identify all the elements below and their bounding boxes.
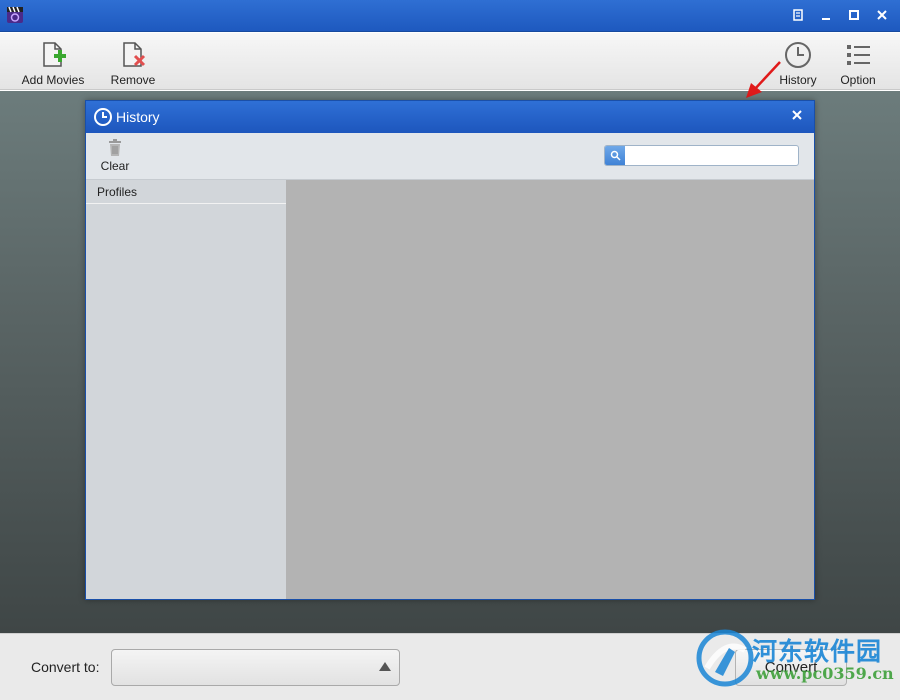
search-input[interactable] bbox=[627, 147, 795, 164]
clapperboard-icon[interactable] bbox=[6, 6, 24, 24]
history-sidebar: Profiles bbox=[86, 180, 286, 599]
trash-icon bbox=[109, 139, 121, 156]
remove-button[interactable]: Remove bbox=[106, 33, 160, 90]
add-movies-label: Add Movies bbox=[21, 73, 85, 87]
convert-to-label: Convert to: bbox=[31, 659, 100, 675]
window-titlebar bbox=[0, 0, 900, 32]
dropdown-arrow-icon bbox=[379, 662, 391, 671]
history-dialog: History Clear Profiles bbox=[85, 100, 815, 600]
clock-icon bbox=[94, 108, 112, 126]
list-settings-icon bbox=[847, 45, 870, 65]
history-dialog-titlebar: History bbox=[86, 101, 814, 133]
convert-format-select[interactable] bbox=[111, 649, 400, 686]
close-icon bbox=[877, 10, 887, 20]
clock-icon bbox=[785, 42, 811, 68]
clear-button[interactable]: Clear bbox=[98, 139, 132, 173]
maximize-button[interactable] bbox=[842, 4, 866, 26]
clear-label: Clear bbox=[100, 159, 130, 173]
add-movies-button[interactable]: Add Movies bbox=[20, 33, 86, 90]
history-content-pane bbox=[286, 180, 814, 599]
add-file-icon bbox=[43, 42, 66, 67]
remove-file-icon bbox=[123, 42, 146, 67]
search-icon[interactable] bbox=[605, 146, 625, 165]
sidebar-item-label: Profiles bbox=[97, 185, 138, 199]
history-dialog-toolbar: Clear bbox=[86, 133, 814, 180]
annotation-arrow-icon bbox=[746, 61, 781, 98]
dialog-close-button[interactable] bbox=[788, 106, 806, 124]
history-search bbox=[604, 145, 799, 166]
maximize-icon bbox=[849, 10, 859, 20]
sidebar-item-profiles[interactable]: Profiles bbox=[86, 180, 286, 204]
close-icon bbox=[792, 110, 802, 120]
minimize-icon bbox=[822, 18, 830, 20]
option-button[interactable]: Option bbox=[836, 33, 880, 90]
minimize-button[interactable] bbox=[814, 4, 838, 26]
watermark-title: 河东软件园 bbox=[752, 637, 883, 666]
history-dialog-title: History bbox=[116, 109, 160, 125]
close-button[interactable] bbox=[870, 4, 894, 26]
option-label: Option bbox=[840, 73, 876, 87]
remove-label: Remove bbox=[110, 73, 156, 87]
watermark-logo-icon bbox=[696, 629, 754, 687]
restore-alt-icon[interactable] bbox=[786, 4, 810, 26]
watermark-url: www.pc0359.cn bbox=[756, 664, 894, 683]
